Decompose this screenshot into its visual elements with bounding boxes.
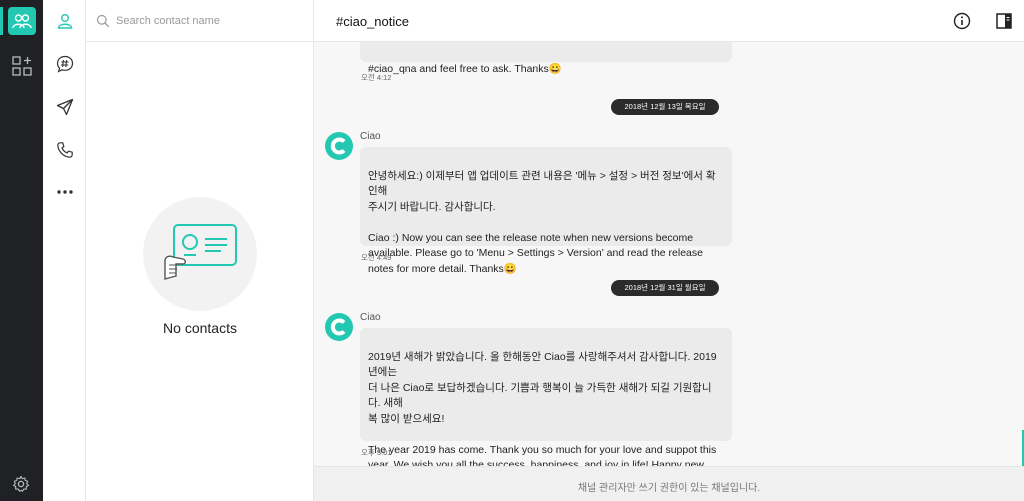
message-bubble: 안녕하세요:) 이제부터 앱 업데이트 관련 내용은 '메뉴 > 설정 > 버전…	[360, 147, 732, 275]
sender-name: Ciao	[360, 312, 381, 323]
message-list[interactable]: #ciao_qna and feel free to ask. Thanks😀 …	[314, 42, 1024, 466]
search-icon	[96, 14, 110, 28]
read-only-text: 채널 관리자만 쓰기 권한이 있는 채널입니다.	[577, 483, 761, 494]
side-panel-toggle-icon[interactable]	[995, 12, 1013, 30]
send-icon[interactable]	[54, 96, 76, 118]
channel-hash-icon[interactable]	[54, 53, 76, 75]
phone-icon[interactable]	[54, 139, 76, 161]
channel-title: #ciao_notice	[336, 14, 409, 29]
nav-column	[43, 0, 86, 501]
message-text: #ciao_qna and feel free to ask. Thanks😀	[368, 62, 562, 75]
date-separator: 2018년 12월 31일 월요일	[611, 280, 719, 296]
more-icon[interactable]	[54, 181, 76, 203]
contacts-app-icon[interactable]	[8, 7, 36, 35]
chat-header: #ciao_notice	[314, 0, 1024, 42]
message-time: 오전 4:49	[361, 253, 392, 262]
contacts-panel: No contacts	[86, 0, 314, 501]
empty-contacts-text: No contacts	[163, 320, 237, 336]
avatar	[325, 313, 353, 341]
message-time: 오전 4:12	[361, 73, 392, 82]
search-input[interactable]	[116, 14, 296, 27]
avatar	[325, 132, 353, 160]
empty-contacts-illustration	[143, 197, 257, 311]
sender-name: Ciao	[360, 131, 381, 142]
message-bubble: 2019년 새해가 밝았습니다. 올 한해동안 Ciao를 사랑해주셔서 감사합…	[360, 328, 732, 466]
active-app-marker	[0, 7, 3, 35]
message-time: 오후 5:01	[361, 448, 392, 457]
info-icon[interactable]	[953, 12, 971, 30]
person-icon[interactable]	[54, 10, 76, 32]
app-rail	[0, 0, 43, 501]
read-only-notice: 채널 관리자만 쓰기 권한이 있는 채널입니다.	[314, 466, 1024, 501]
search-bar	[86, 0, 314, 42]
message-text: 2019년 새해가 밝았습니다. 올 한해동안 Ciao를 사랑해주셔서 감사합…	[368, 350, 717, 467]
date-separator: 2018년 12월 13일 목요일	[611, 99, 719, 115]
apps-grid-icon[interactable]	[12, 56, 32, 76]
message-text: 안녕하세요:) 이제부터 앱 업데이트 관련 내용은 '메뉴 > 설정 > 버전…	[368, 169, 716, 275]
settings-gear-icon[interactable]	[12, 475, 30, 493]
message-bubble: #ciao_qna and feel free to ask. Thanks😀	[360, 42, 732, 75]
